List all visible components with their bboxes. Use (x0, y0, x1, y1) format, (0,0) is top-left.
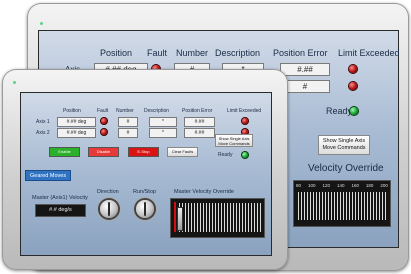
ready-led (242, 152, 248, 158)
back-scale-140: 140 (336, 183, 345, 188)
back-velocity-ticks (298, 192, 386, 220)
front-power-indicator (13, 81, 16, 84)
back-header-limit-exceeded: Limit Exceeded (338, 48, 399, 58)
master-velocity-display: #.# deg/s (35, 204, 86, 217)
master-velocity-label: Master (Axis1) Velocity (32, 195, 88, 201)
back-ready-led (350, 107, 358, 115)
disable-button[interactable]: Disable (88, 147, 119, 157)
header-position: Position (63, 108, 81, 114)
ready-label: Ready (218, 152, 233, 158)
axis1-position: #.## deg (57, 117, 96, 127)
tab-geared-moves[interactable]: Geared Moves (25, 170, 71, 181)
back-header-position-error: Position Error (273, 48, 328, 58)
back-scale-160: 160 (351, 183, 359, 188)
direction-knob-indicator (108, 202, 110, 216)
header-number: Number (116, 108, 134, 114)
front-monitor-bezel: Position Fault Number Description Positi… (2, 69, 288, 270)
axis2-description: * (149, 128, 177, 138)
axis1-position-error: #.## (184, 117, 215, 127)
axis2-fault-led (101, 129, 107, 135)
master-velocity-value: #.# deg/s (49, 207, 72, 213)
back-velocity-override-label: Velocity Override (308, 163, 384, 174)
back-ready-label: Ready (326, 106, 353, 116)
e-stop-button[interactable]: E-Stop (128, 147, 159, 157)
back-velocity-override-slider[interactable]: 80 100 120 140 160 180 200 (293, 180, 391, 227)
run-stop-knob[interactable] (136, 200, 154, 218)
back-scale-100: 100 (307, 183, 316, 188)
back-header-position: Position (100, 48, 133, 58)
back-header-description: Description (215, 48, 261, 58)
axis2-position-error: #.## (184, 128, 215, 138)
back-scale-180: 180 (365, 183, 374, 188)
back-header-fault: Fault (147, 48, 168, 58)
back-axis1-limit-led (349, 65, 357, 73)
back-axis2-limit-led (349, 82, 357, 90)
back-power-indicator (40, 22, 43, 25)
back-header-number: Number (176, 48, 209, 58)
back-scale-200: 200 (380, 183, 388, 188)
axis1-fault-led (101, 118, 107, 124)
header-fault: Fault (97, 108, 109, 114)
run-stop-knob-indicator (144, 202, 146, 216)
header-position-error: Position Error (182, 108, 213, 114)
header-description: Description (144, 108, 170, 114)
show-single-axis-button[interactable]: Show Single Axis Move Commands (215, 134, 253, 147)
axis1-number: # (118, 117, 138, 127)
direction-label: Direction (97, 189, 119, 195)
back-velocity-scale: 80 100 120 140 160 180 200 (296, 183, 388, 189)
back-scale-80: 80 (296, 183, 302, 188)
axis2-position: #.## deg (57, 128, 96, 138)
axis2-label: Axis 2 (36, 130, 50, 136)
back-axis1-position-error: #.## (280, 63, 330, 76)
enable-button[interactable]: Enable (49, 147, 80, 157)
run-stop-label: Run/Stop (133, 189, 156, 195)
axis1-limit-led (242, 118, 248, 124)
header-limit-exceeded: Limit Exceeded (227, 108, 262, 114)
override-zero-marker (174, 202, 176, 232)
front-monitor-screen: Position Fault Number Description Positi… (20, 92, 272, 256)
override-ticks (179, 203, 261, 232)
master-velocity-override-slider[interactable] (170, 198, 265, 238)
axis1-description: * (149, 117, 177, 127)
clear-faults-button[interactable]: Clear Faults (167, 147, 198, 157)
master-velocity-override-label: Master Velocity Override (174, 189, 234, 195)
direction-knob[interactable] (100, 200, 118, 218)
back-show-single-axis-button[interactable]: Show Single Axis Move Commands (318, 135, 370, 155)
axis1-label: Axis 1 (36, 119, 50, 125)
override-slider-handle[interactable] (177, 207, 183, 231)
back-scale-120: 120 (322, 183, 330, 188)
axis2-number: # (118, 128, 138, 138)
